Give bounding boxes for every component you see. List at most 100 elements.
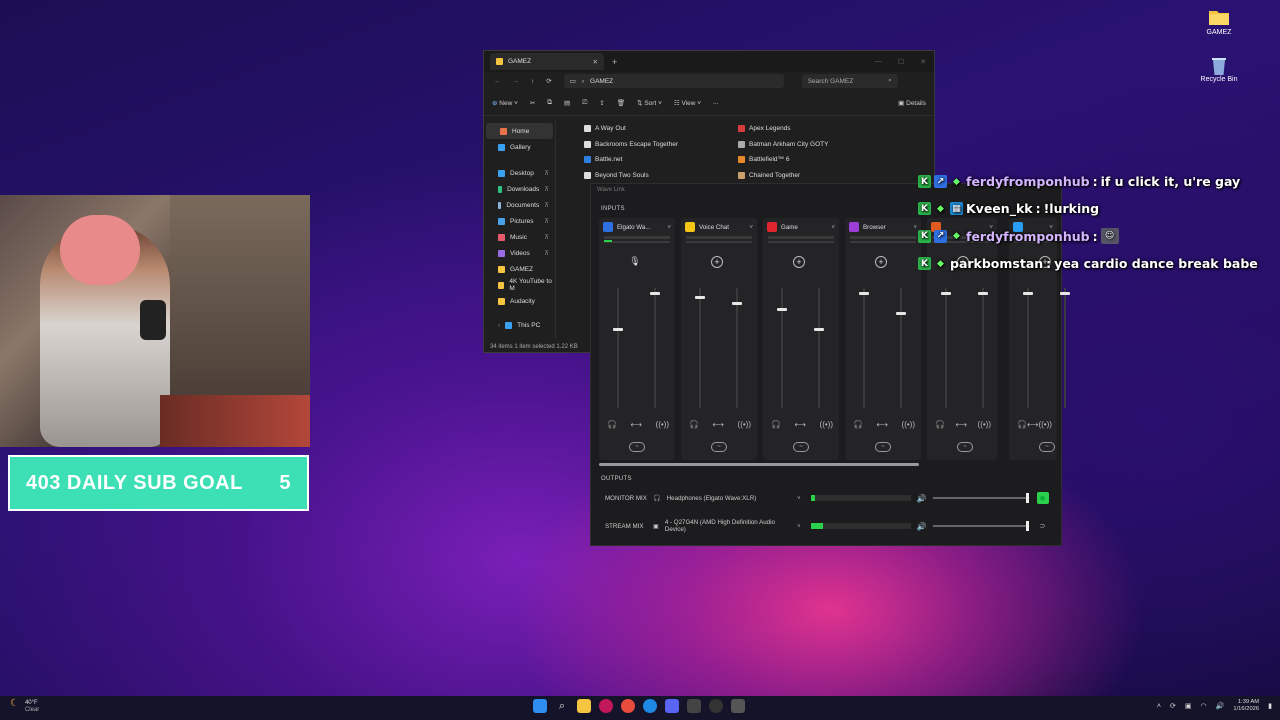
nav-item-documents[interactable]: Documents ⊼ — [484, 197, 555, 213]
fader-knob[interactable] — [859, 292, 869, 295]
up-icon[interactable]: ↑ — [531, 78, 534, 85]
stream-fader[interactable] — [654, 288, 656, 408]
add-source-icon[interactable]: + — [793, 256, 805, 268]
stream-fader[interactable] — [982, 288, 984, 408]
network-tray-icon[interactable]: ⟳ — [1170, 702, 1176, 710]
fader-knob[interactable] — [941, 292, 951, 295]
output-device-select[interactable]: ▣ 4 - Q27G4N (AMD High Definition Audio D… — [647, 519, 797, 533]
headphones-icon[interactable]: 🎧 — [853, 420, 863, 429]
effects-button[interactable]: ~ — [629, 442, 645, 452]
obs-icon[interactable] — [709, 699, 723, 713]
delete-icon[interactable]: 🗑 — [617, 99, 625, 107]
share-icon[interactable]: ⇪ — [599, 99, 604, 107]
close-tab-icon[interactable]: ✕ — [593, 58, 598, 66]
effects-button[interactable]: ~ — [957, 442, 973, 452]
broadcast-icon[interactable]: ((•)) — [656, 420, 669, 429]
fader-knob[interactable] — [695, 296, 705, 299]
nav-item-gamez[interactable]: GAMEZ — [484, 261, 555, 277]
link-icon[interactable]: ⟷ — [1027, 420, 1038, 429]
more-options-button[interactable]: ... — [713, 99, 718, 106]
notification-icon[interactable]: ▮ — [1268, 702, 1272, 710]
copy-icon[interactable]: ⧉ — [547, 99, 552, 107]
file-item[interactable]: Battle.net — [584, 152, 738, 168]
minimize-button[interactable]: — — [875, 58, 882, 66]
wave-link-icon[interactable] — [687, 699, 701, 713]
nav-item-downloads[interactable]: Downloads ⊼ — [484, 181, 555, 197]
effects-button[interactable]: ~ — [793, 442, 809, 452]
file-item[interactable]: Battlefield™ 6 — [738, 152, 892, 168]
fader-knob[interactable] — [1023, 292, 1033, 295]
file-item[interactable]: A Way Out — [584, 121, 738, 137]
volume-slider[interactable] — [932, 493, 1029, 503]
desktop-icon-gamez[interactable]: GAMEZ — [1194, 8, 1244, 36]
broadcast-icon[interactable]: ((•)) — [820, 420, 833, 429]
fader-knob[interactable] — [777, 308, 787, 311]
file-item[interactable]: Chained Together — [738, 168, 892, 184]
nav-item-home[interactable]: Home — [486, 123, 553, 139]
back-icon[interactable]: ← — [494, 78, 501, 85]
link-icon[interactable]: ⟷ — [956, 420, 967, 429]
headphones-icon[interactable]: 🎧 — [689, 420, 699, 429]
effects-button[interactable]: ~ — [875, 442, 891, 452]
monitor-fader[interactable] — [699, 288, 701, 408]
nav-item-desktop[interactable]: Desktop ⊼ — [484, 165, 555, 181]
chevron-down-icon[interactable]: ˅ — [797, 523, 801, 530]
channel-header[interactable]: Elgato Wa... ˅ — [599, 218, 675, 236]
desktop-icon-recycle-bin[interactable]: Recycle Bin — [1194, 55, 1244, 83]
output-device-select[interactable]: 🎧 Headphones (Elgato Wave:XLR) — [647, 491, 797, 505]
volume-icon[interactable]: 🔊 — [1216, 702, 1225, 710]
nav-item-pictures[interactable]: Pictures ⊼ — [484, 213, 555, 229]
effects-button[interactable]: ~ — [1039, 442, 1055, 452]
app-tray-icon[interactable]: ▣ — [1185, 702, 1192, 710]
nav-item-this-pc[interactable]: › This PC — [484, 317, 555, 333]
details-button[interactable]: ▣ Details — [898, 99, 926, 107]
nav-item-audacity[interactable]: Audacity — [484, 293, 555, 309]
stream-fader[interactable] — [736, 288, 738, 408]
close-button[interactable]: ✕ — [920, 58, 926, 66]
paste-icon[interactable]: ▤ — [564, 99, 570, 107]
headphones-icon[interactable]: 🎧 — [771, 420, 781, 429]
monitor-toggle-icon[interactable]: ◉ — [1036, 492, 1049, 504]
chevron-down-icon[interactable]: ˅ — [831, 224, 835, 231]
file-item[interactable]: Batman Arkham City GOTY — [738, 137, 892, 153]
new-tab-button[interactable]: + — [612, 57, 617, 67]
chrome-icon[interactable] — [621, 699, 635, 713]
monitor-fader[interactable] — [1027, 288, 1029, 408]
view-button[interactable]: ☷ View ˅ — [674, 99, 701, 107]
sort-button[interactable]: ⇅ Sort ˅ — [637, 99, 662, 107]
broadcast-icon[interactable]: ((•)) — [978, 420, 991, 429]
channel-header[interactable]: Voice Chat ˅ — [681, 218, 757, 236]
link-icon[interactable]: ⟷ — [877, 420, 888, 429]
app-icon[interactable] — [731, 699, 745, 713]
broadcast-icon[interactable]: ((•)) — [1038, 420, 1051, 429]
chevron-up-icon[interactable]: ˄ — [1157, 703, 1161, 710]
nav-item-videos[interactable]: Videos ⊼ — [484, 245, 555, 261]
refresh-icon[interactable]: ⟳ — [546, 77, 551, 85]
speaker-icon[interactable]: 🔊 — [917, 522, 927, 531]
chevron-down-icon[interactable]: ˅ — [667, 224, 671, 231]
edge-icon[interactable] — [643, 699, 657, 713]
monitor-fader[interactable] — [863, 288, 865, 408]
wifi-icon[interactable]: ◠ — [1201, 702, 1207, 710]
stream-fader[interactable] — [818, 288, 820, 408]
volume-slider[interactable] — [932, 521, 1029, 531]
monitor-fader[interactable] — [945, 288, 947, 408]
file-item[interactable]: Beyond Two Souls — [584, 168, 738, 184]
monitor-fader[interactable] — [617, 288, 619, 408]
new-button[interactable]: ⊕ New ˅ — [492, 99, 518, 107]
add-source-icon[interactable]: + — [711, 256, 723, 268]
broadcast-icon[interactable]: ((•)) — [738, 420, 751, 429]
microphone-icon[interactable]: 🎙 — [629, 256, 641, 268]
explorer-tab[interactable]: GAMEZ ✕ — [490, 53, 604, 70]
stream-fader[interactable] — [1064, 288, 1066, 408]
broadcast-icon[interactable]: ((•)) — [902, 420, 915, 429]
nav-item-music[interactable]: Music ⊼ — [484, 229, 555, 245]
weather-widget[interactable]: ☾ 40°F Clear — [10, 699, 39, 714]
cut-icon[interactable]: ✂ — [530, 99, 535, 107]
search-input[interactable]: Search GAMEZ ⌕ — [801, 74, 898, 88]
link-icon[interactable]: ⟷ — [631, 420, 642, 429]
effects-button[interactable]: ~ — [711, 442, 727, 452]
file-item[interactable]: Backrooms Escape Together — [584, 137, 738, 153]
channel-header[interactable]: Browser ˅ — [845, 218, 921, 236]
chevron-down-icon[interactable]: ˅ — [797, 495, 801, 502]
